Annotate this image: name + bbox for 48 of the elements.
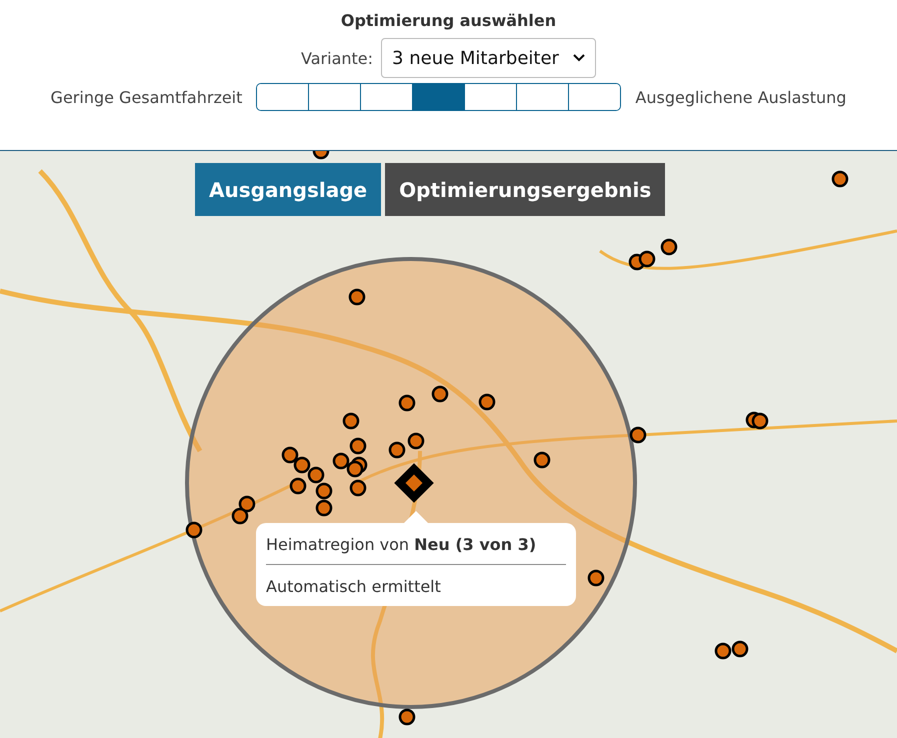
location-marker[interactable]	[232, 508, 248, 524]
location-marker[interactable]	[294, 456, 310, 474]
location-marker[interactable]	[342, 412, 360, 430]
location-marker[interactable]	[732, 640, 748, 658]
slider-left-label: Geringe Gesamtfahrzeit	[50, 88, 242, 106]
slider-step[interactable]	[360, 84, 412, 110]
slider-step[interactable]	[568, 84, 620, 110]
location-marker[interactable]	[630, 426, 646, 444]
variant-label: Variante:	[301, 48, 374, 68]
slider-step[interactable]	[257, 84, 308, 110]
location-marker[interactable]	[346, 460, 364, 478]
location-marker[interactable]	[388, 442, 406, 458]
location-marker[interactable]	[638, 250, 656, 268]
slider-step[interactable]	[308, 84, 360, 110]
location-marker[interactable]	[332, 452, 350, 470]
location-marker[interactable]	[660, 238, 678, 256]
slider-step[interactable]	[412, 84, 464, 110]
location-marker[interactable]	[478, 394, 496, 410]
location-marker[interactable]	[534, 452, 550, 468]
location-marker[interactable]	[398, 708, 416, 726]
location-marker[interactable]	[282, 446, 298, 464]
location-marker[interactable]	[186, 522, 202, 538]
panel-title: Optimierung auswählen	[340, 11, 556, 32]
location-marker[interactable]	[316, 500, 332, 516]
slider-step[interactable]	[464, 84, 516, 110]
tooltip-title: Heimatregion von Neu (3 von 3)	[266, 535, 566, 565]
location-marker[interactable]	[316, 482, 332, 500]
location-marker[interactable]	[408, 432, 424, 450]
location-marker[interactable]	[308, 466, 324, 484]
map-view-tab[interactable]: Ausgangslage	[195, 163, 382, 216]
location-marker[interactable]	[714, 642, 732, 660]
slider-right-label: Ausgeglichene Auslastung	[635, 88, 846, 106]
location-marker[interactable]	[832, 170, 848, 188]
location-marker[interactable]	[348, 288, 366, 306]
location-marker[interactable]	[588, 570, 604, 586]
map-view-tab[interactable]: Optimierungsergebnis	[385, 163, 666, 216]
location-marker[interactable]	[312, 151, 330, 160]
variant-dropdown[interactable]: 3 neue Mitarbeiter	[381, 38, 596, 78]
location-marker[interactable]	[432, 386, 448, 402]
location-marker[interactable]	[290, 478, 306, 494]
location-marker[interactable]	[350, 480, 366, 496]
location-marker[interactable]	[350, 438, 366, 454]
tooltip-subtitle: Automatisch ermittelt	[266, 576, 442, 596]
location-marker[interactable]	[398, 394, 416, 412]
location-marker[interactable]	[752, 412, 768, 430]
slider-step[interactable]	[516, 84, 568, 110]
location-marker[interactable]	[238, 496, 256, 512]
chevron-icon	[572, 54, 585, 62]
